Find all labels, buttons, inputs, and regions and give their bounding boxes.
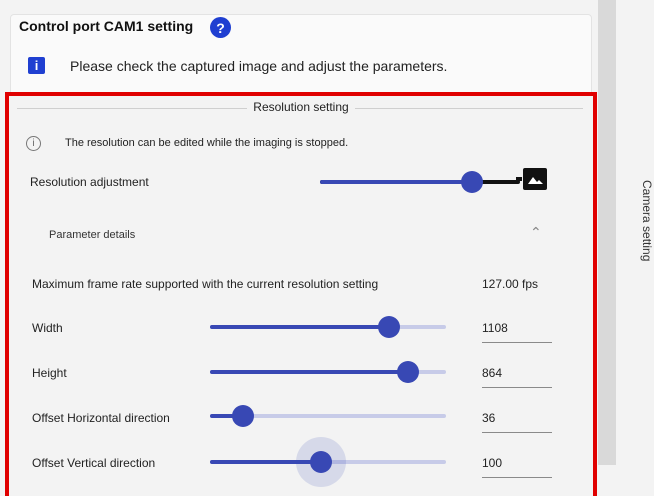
width-value[interactable]: 1108 [482,321,508,335]
question-circle-icon[interactable]: ? [210,17,231,38]
max-frame-rate-label: Maximum frame rate supported with the cu… [32,277,379,291]
height-value-underline [482,387,552,388]
height-slider[interactable] [210,361,446,383]
info-circle-icon: i [26,136,41,151]
width-slider-thumb[interactable] [378,316,401,338]
offset-vertical-value[interactable]: 100 [482,456,502,470]
section-title: Resolution setting [9,100,593,114]
main-panel: Control port CAM1 setting ? i Please che… [0,0,598,496]
width-slider-fill [210,325,390,329]
resolution-setting-group: Resolution setting i The resolution can … [5,92,597,496]
offset-horizontal-slider-thumb[interactable] [232,405,255,427]
width-value-underline [482,342,552,343]
height-slider-thumb[interactable] [397,361,420,383]
height-slider-fill [210,370,409,374]
page-title: Control port CAM1 setting [19,18,194,34]
side-scroll-bar[interactable] [598,0,616,465]
info-message: Please check the captured image and adju… [70,58,448,74]
resolution-track-end [516,177,522,181]
camera-setting-tab[interactable]: Camera setting [640,180,654,261]
resolution-slider-thumb[interactable] [461,171,483,193]
offset-horizontal-value-underline [482,432,552,433]
max-frame-rate-value: 127.00 fps [482,277,539,291]
offset-horizontal-label: Offset Horizontal direction [32,411,170,425]
height-value[interactable]: 864 [482,366,502,380]
width-label: Width [32,321,63,335]
image-icon[interactable] [523,168,547,190]
offset-vertical-label: Offset Vertical direction [32,456,156,470]
offset-vertical-value-underline [482,477,552,478]
offset-horizontal-slider[interactable] [210,405,446,427]
resolution-slider-fill [320,180,472,184]
parameter-details-label[interactable]: Parameter details [49,229,135,241]
edit-note: The resolution can be edited while the i… [65,137,349,149]
offset-vertical-slider[interactable] [210,437,446,487]
info-icon: i [28,57,45,74]
width-slider[interactable] [210,316,446,338]
offset-horizontal-value[interactable]: 36 [482,411,495,425]
resolution-adjustment-slider[interactable] [320,171,520,193]
resolution-adjustment-label: Resolution adjustment [30,175,149,189]
chevron-up-icon[interactable]: ⌃ [530,224,542,241]
height-label: Height [32,366,67,380]
offset-vertical-slider-thumb[interactable] [309,451,332,473]
